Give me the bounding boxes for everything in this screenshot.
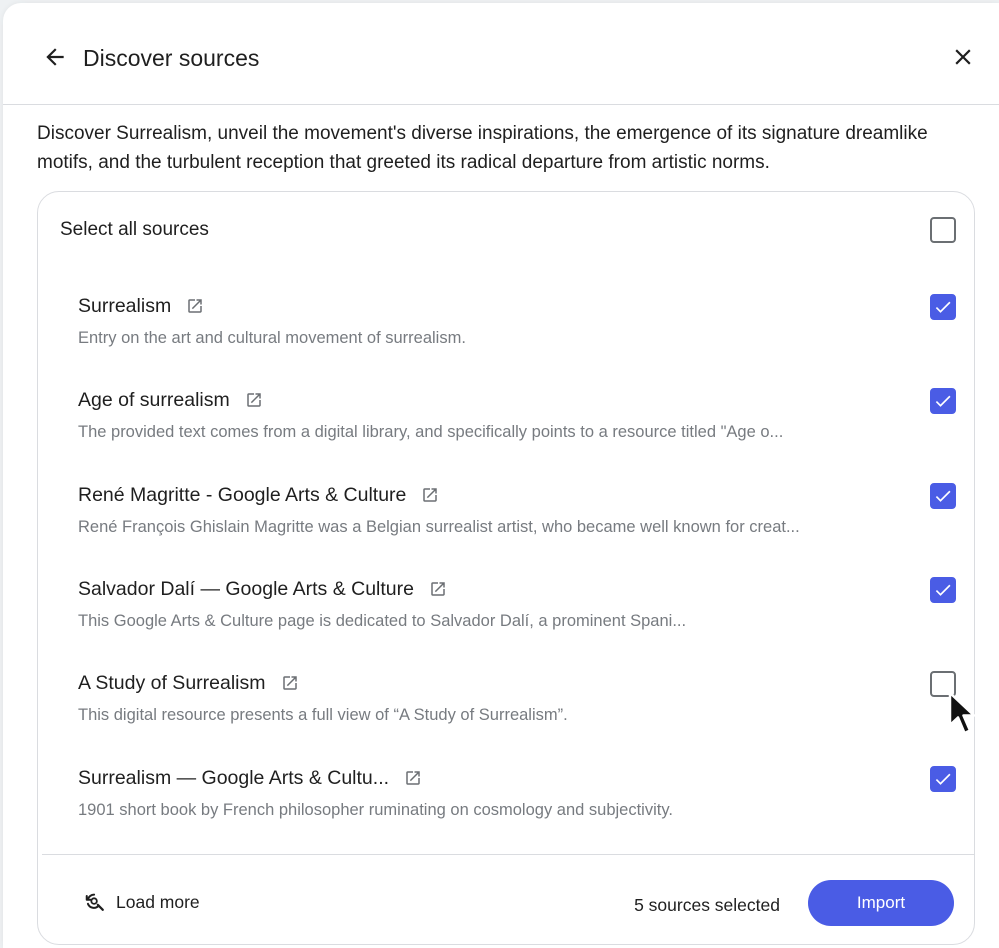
page-title: Discover sources: [83, 45, 260, 71]
arrow-left-icon: [46, 48, 64, 66]
checkmark-icon: [935, 584, 951, 596]
source-title-row: Salvador Dalí — Google Arts & Culture: [78, 575, 448, 603]
source-title[interactable]: Surrealism: [78, 292, 171, 320]
source-checkbox[interactable]: [930, 388, 956, 415]
checkmark-icon: [935, 773, 951, 785]
open-in-new-button[interactable]: [403, 768, 423, 788]
open-in-new-button[interactable]: [428, 579, 448, 599]
source-description: This digital resource presents a full vi…: [78, 706, 568, 725]
sources-card: Select all sources Surrealism Entry on th…: [37, 191, 975, 945]
source-title-row: Age of surrealism: [78, 386, 264, 414]
select-all-label: Select all sources: [60, 219, 209, 240]
source-title-row: Surrealism — Google Arts & Cultu...: [78, 764, 423, 792]
source-title-row: René Magritte - Google Arts & Culture: [78, 481, 440, 509]
close-icon: [955, 49, 971, 65]
open-in-new-icon: [282, 676, 297, 690]
source-item: René Magritte - Google Arts & Culture Ren…: [38, 465, 974, 559]
source-title[interactable]: Age of surrealism: [78, 386, 230, 414]
source-item: Surrealism Entry on the art and cultural …: [38, 276, 974, 370]
discover-sources-dialog: Discover sources Discover Surrealism, un…: [3, 3, 999, 948]
source-description: René François Ghislain Magritte was a Be…: [78, 517, 800, 536]
checkmark-icon: [935, 395, 951, 408]
source-checkbox[interactable]: [930, 576, 956, 603]
open-in-new-button[interactable]: [185, 296, 205, 316]
source-checkbox[interactable]: [930, 671, 956, 698]
load-more-button[interactable]: Load more: [84, 890, 200, 914]
source-title[interactable]: René Magritte - Google Arts & Culture: [78, 481, 406, 509]
topic-description: Discover Surrealism, unveil the movement…: [37, 123, 928, 173]
open-in-new-button[interactable]: [280, 673, 300, 693]
load-more-label: Load more: [116, 892, 200, 912]
checkmark-icon: [935, 490, 951, 502]
source-item: Surrealism — Google Arts & Cultu... 1901 …: [38, 748, 974, 842]
import-button[interactable]: Import: [808, 880, 954, 926]
selected-count: 5 sources selected: [634, 895, 780, 915]
close-button[interactable]: [945, 39, 981, 75]
source-description: 1901 short book by French philosopher ru…: [78, 800, 673, 819]
source-title[interactable]: Salvador Dalí — Google Arts & Culture: [78, 575, 414, 603]
search-refresh-icon: [85, 893, 104, 911]
source-title-row: Surrealism: [78, 292, 205, 320]
source-description: The provided text comes from a digital l…: [78, 423, 784, 442]
source-checkbox[interactable]: [930, 294, 956, 320]
open-in-new-icon: [188, 299, 202, 313]
open-in-new-icon: [246, 393, 261, 408]
dialog-header: Discover sources: [3, 3, 999, 105]
checkmark-icon: [935, 301, 951, 313]
source-description: This Google Arts & Culture page is dedic…: [78, 611, 687, 630]
source-item: Salvador Dalí — Google Arts & Culture Thi…: [38, 559, 974, 653]
open-in-new-icon: [406, 770, 420, 785]
source-item: A Study of Surrealism This digital resour…: [38, 653, 974, 747]
source-title-row: A Study of Surrealism: [78, 669, 300, 697]
source-title[interactable]: Surrealism — Google Arts & Cultu...: [78, 764, 389, 792]
select-all-checkbox[interactable]: [930, 217, 956, 243]
source-checkbox[interactable]: [930, 482, 956, 509]
source-checkbox[interactable]: [930, 765, 956, 792]
open-in-new-button[interactable]: [244, 390, 264, 410]
select-all-row: Select all sources: [38, 192, 974, 268]
open-in-new-icon: [423, 487, 438, 502]
source-title[interactable]: A Study of Surrealism: [78, 669, 266, 697]
open-in-new-icon: [431, 582, 445, 596]
source-item: Age of surrealism The provided text comes…: [38, 370, 974, 464]
back-button[interactable]: [37, 39, 73, 75]
open-in-new-button[interactable]: [420, 485, 440, 505]
source-description: Entry on the art and cultural movement o…: [78, 329, 466, 347]
dialog-footer: Load more 5 sources selected Import: [42, 854, 974, 944]
